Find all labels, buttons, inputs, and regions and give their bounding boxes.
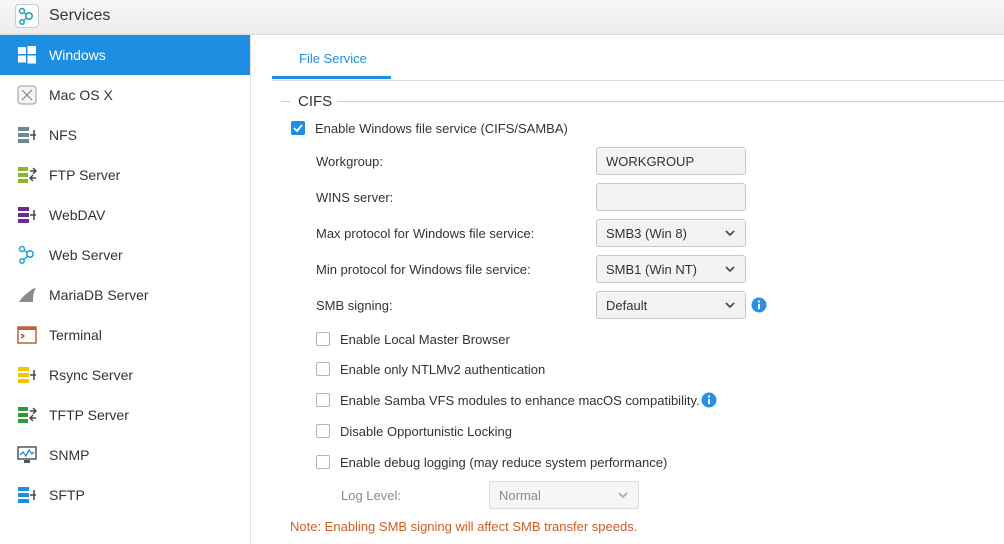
ntlmv2-only-checkbox[interactable]	[316, 362, 330, 376]
chevron-down-icon	[725, 266, 735, 273]
section-divider	[337, 101, 1004, 102]
check-icon	[293, 124, 303, 133]
max-protocol-value: SMB3 (Win 8)	[606, 226, 687, 241]
sidebar-item-label: FTP Server	[49, 167, 121, 183]
disable-oplocks-label: Disable Opportunistic Locking	[340, 424, 512, 439]
services-icon	[15, 4, 39, 28]
sidebar-item-label: Rsync Server	[49, 367, 134, 383]
windows-icon	[18, 46, 36, 64]
web-server-icon	[18, 245, 35, 264]
window-title: Services	[49, 7, 111, 24]
min-protocol-label: Min protocol for Windows file service:	[316, 262, 531, 277]
chevron-down-icon	[618, 492, 628, 499]
sidebar-item-mariadb-server[interactable]: MariaDB Server	[0, 275, 250, 315]
sidebar-item-label: SFTP	[49, 487, 85, 503]
sidebar-item-label: NFS	[49, 127, 77, 143]
local-master-browser-checkbox[interactable]	[316, 332, 330, 346]
terminal-icon	[17, 326, 37, 344]
sidebar-item-label: MariaDB Server	[49, 287, 149, 303]
sidebar-item-label: WebDAV	[49, 207, 106, 223]
sidebar-item-webdav[interactable]: WebDAV	[0, 195, 250, 235]
sidebar-item-label: Mac OS X	[49, 87, 113, 103]
sidebar-item-label: Terminal	[49, 327, 102, 343]
sidebar-item-label: Windows	[49, 47, 106, 63]
sidebar-item-ftp-server[interactable]: FTP Server	[0, 155, 250, 195]
smb-signing-select[interactable]: Default	[596, 291, 746, 319]
sidebar-item-nfs[interactable]: NFS	[0, 115, 250, 155]
nfs-icon	[18, 127, 36, 143]
rsync-icon	[18, 367, 36, 383]
info-icon[interactable]	[751, 297, 767, 313]
sidebar-item-snmp[interactable]: SNMP	[0, 435, 250, 475]
log-level-select: Normal	[489, 481, 639, 509]
sidebar-item-label: SNMP	[49, 447, 90, 463]
max-protocol-label: Max protocol for Windows file service:	[316, 226, 535, 241]
local-master-browser-label: Enable Local Master Browser	[340, 332, 510, 347]
sidebar-item-terminal[interactable]: Terminal	[0, 315, 250, 355]
smb-signing-value: Default	[606, 298, 648, 313]
sidebar-item-web-server[interactable]: Web Server	[0, 235, 250, 275]
sidebar-item-windows[interactable]: Windows	[0, 35, 250, 75]
snmp-icon	[17, 446, 37, 463]
tftp-icon	[18, 407, 37, 423]
sidebar-item-label: TFTP Server	[49, 407, 129, 423]
log-level-label: Log Level:	[341, 488, 401, 503]
ftp-icon	[18, 167, 37, 183]
title-bar: Services	[0, 0, 1004, 35]
smb-signing-note: Note: Enabling SMB signing will affect S…	[290, 519, 638, 534]
wins-server-input[interactable]	[596, 183, 746, 211]
workgroup-label: Workgroup:	[316, 154, 383, 169]
section-divider	[281, 101, 290, 102]
log-level-value: Normal	[499, 488, 541, 503]
sidebar-item-rsync-server[interactable]: Rsync Server	[0, 355, 250, 395]
mariadb-icon	[19, 288, 36, 302]
sftp-icon	[18, 487, 36, 503]
min-protocol-value: SMB1 (Win NT)	[606, 262, 697, 277]
section-title-cifs: CIFS	[298, 93, 333, 110]
tab-bar: File Service	[272, 36, 1004, 81]
webdav-icon	[18, 207, 36, 223]
sidebar: Windows Mac OS X NFS FTP Server WebDAV W…	[0, 35, 251, 544]
smb-signing-label: SMB signing:	[316, 298, 393, 313]
tab-file-service[interactable]: File Service	[272, 36, 391, 79]
enable-windows-file-service-checkbox[interactable]	[291, 121, 305, 135]
chevron-down-icon	[725, 230, 735, 237]
disable-oplocks-checkbox[interactable]	[316, 424, 330, 438]
info-icon[interactable]	[701, 392, 717, 408]
ntlmv2-only-label: Enable only NTLMv2 authentication	[340, 362, 546, 377]
enable-windows-file-service-label: Enable Windows file service (CIFS/SAMBA)	[315, 121, 568, 136]
min-protocol-select[interactable]: SMB1 (Win NT)	[596, 255, 746, 283]
sidebar-item-label: Web Server	[49, 247, 123, 263]
macos-icon	[17, 85, 37, 105]
wins-server-label: WINS server:	[316, 190, 394, 205]
max-protocol-select[interactable]: SMB3 (Win 8)	[596, 219, 746, 247]
sidebar-item-sftp[interactable]: SFTP	[0, 475, 250, 515]
debug-logging-label: Enable debug logging (may reduce system …	[340, 455, 668, 470]
sidebar-item-tftp-server[interactable]: TFTP Server	[0, 395, 250, 435]
samba-vfs-modules-label: Enable Samba VFS modules to enhance macO…	[340, 393, 700, 408]
samba-vfs-modules-checkbox[interactable]	[316, 393, 330, 407]
sidebar-item-mac-os-x[interactable]: Mac OS X	[0, 75, 250, 115]
debug-logging-checkbox[interactable]	[316, 455, 330, 469]
chevron-down-icon	[725, 302, 735, 309]
workgroup-input[interactable]: WORKGROUP	[596, 147, 746, 175]
tab-label: File Service	[299, 51, 367, 66]
